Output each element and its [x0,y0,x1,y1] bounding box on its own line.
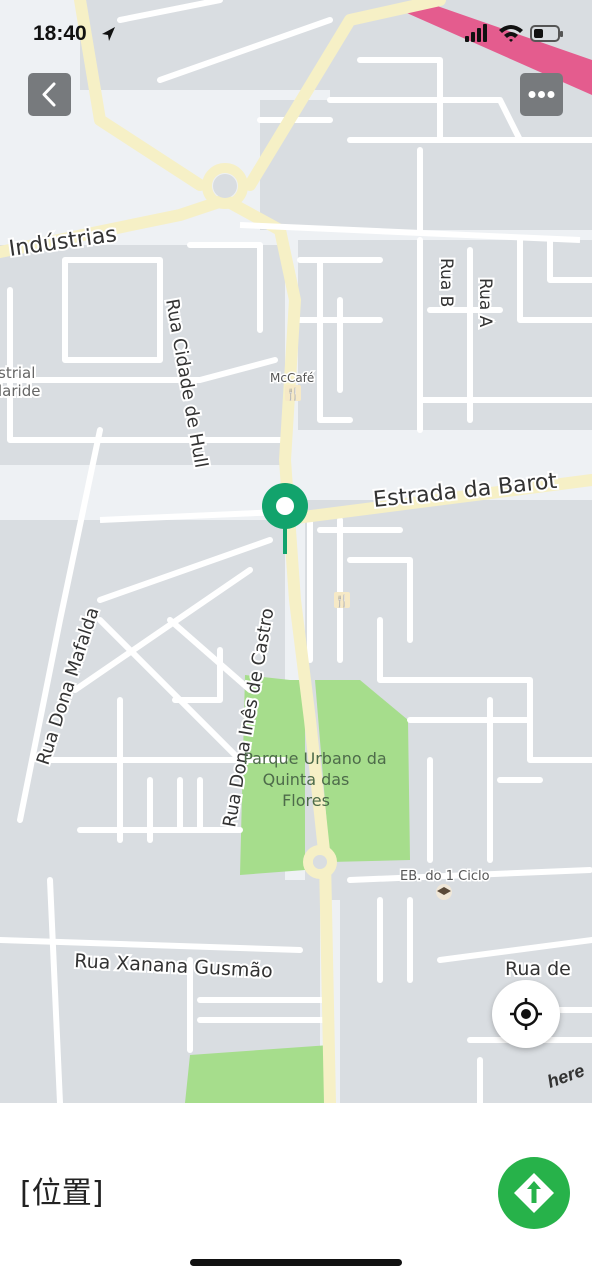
map-view[interactable]: 🍴 🍴 Indústrias Rua Cidade de Hull Estrad… [0,0,592,1103]
more-options-button[interactable] [520,73,563,116]
cellular-icon [465,24,487,42]
status-bar: 18:40 [0,0,592,70]
crosshair-icon [510,998,542,1030]
location-services-icon [102,27,115,41]
restaurant-glyph: 🍴 [286,387,301,401]
label-parque-line3: Flores [282,791,330,810]
navigate-button[interactable] [498,1157,570,1229]
restaurant-glyph-2: 🍴 [335,594,350,608]
label-rua-a: Rua A [475,278,495,328]
label-industrial-1: strial [0,364,35,382]
label-rua-de: Rua de [505,958,571,980]
label-mccafe: McCafé [270,371,314,385]
battery-icon [530,25,563,42]
map-canvas[interactable]: 🍴 🍴 Indústrias Rua Cidade de Hull Estrad… [0,0,592,1103]
status-time: 18:40 [33,22,87,45]
label-parque-line2: Quinta das [263,770,350,789]
locate-me-button[interactable] [492,980,560,1048]
home-indicator [190,1259,402,1266]
location-name: [位置] [20,1176,104,1211]
chevron-left-icon [42,82,56,107]
label-parque-line1: Parque Urbano da [243,749,386,768]
back-button[interactable] [28,73,71,116]
label-school: EB. do 1 Ciclo [400,869,490,884]
navigation-arrow-icon [514,1173,554,1213]
status-icons [465,24,563,42]
wifi-icon [499,25,523,42]
label-industrial-2: laride [0,382,40,400]
label-rua-b: Rua B [436,258,456,307]
more-horizontal-icon [528,91,555,98]
